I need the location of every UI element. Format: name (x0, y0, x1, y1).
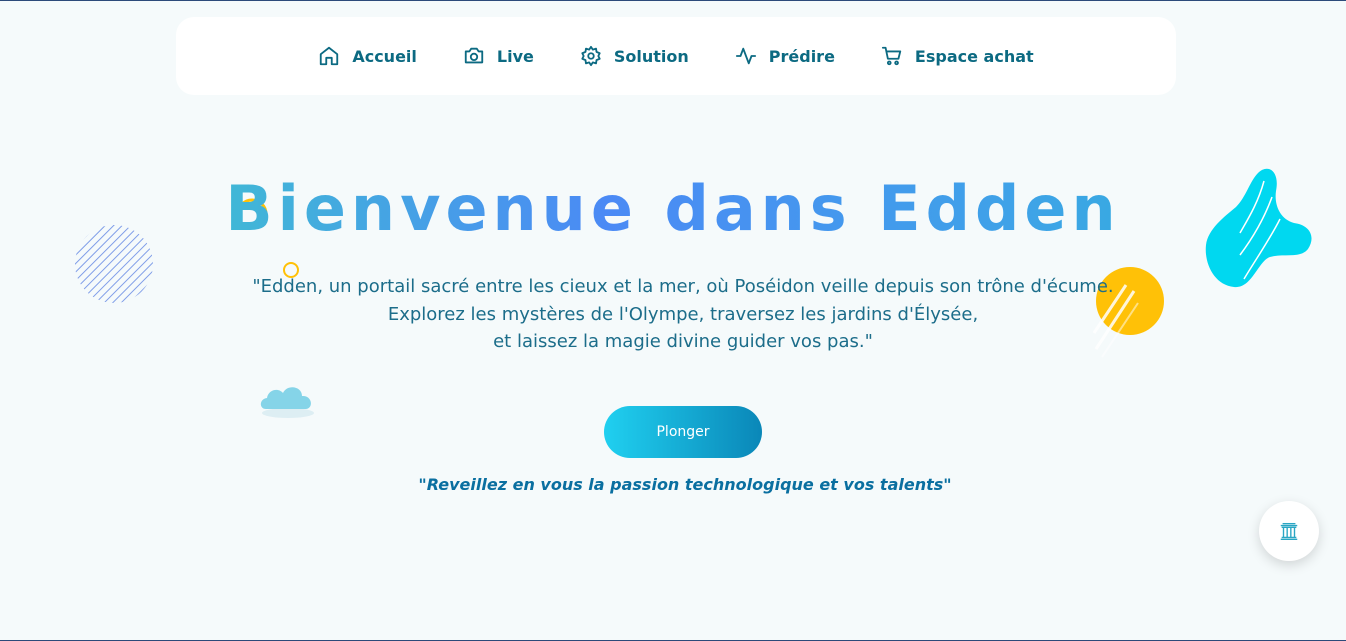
tagline: "Reveillez en vous la passion technologi… (418, 475, 952, 494)
intro-line: et laissez la magie divine guider vos pa… (493, 331, 873, 352)
gear-icon (581, 45, 601, 67)
nav-item-espace-achat[interactable]: Espace achat (881, 45, 1034, 67)
nav-item-label: Solution (613, 46, 689, 66)
top-navbar: Accueil Live Solution Prédire Espace ach… (176, 17, 1176, 95)
camera-icon (464, 47, 484, 64)
nav-item-label: Live (496, 46, 534, 66)
page-title: Bienvenue dans Edden (0, 169, 1346, 249)
nav-item-accueil[interactable]: Accueil (318, 45, 417, 67)
cart-icon (881, 46, 902, 66)
nav-item-label: Prédire (768, 46, 835, 66)
nav-item-solution[interactable]: Solution (580, 45, 689, 67)
nav-item-live[interactable]: Live (463, 45, 534, 67)
activity-icon (735, 47, 756, 65)
floating-action-button[interactable] (1259, 501, 1319, 561)
intro-text: "Edden, un portail sacré entre les cieux… (0, 273, 1346, 356)
plonger-button[interactable]: Plonger (604, 406, 762, 458)
nav-item-label: Espace achat (914, 46, 1034, 66)
temple-icon (1280, 522, 1298, 540)
cloud-decoration (260, 387, 314, 418)
nav-item-label: Accueil (352, 46, 417, 66)
home-icon (320, 46, 339, 66)
intro-line: Explorez les mystères de l'Olympe, trave… (387, 303, 979, 325)
intro-line: "Edden, un portail sacré entre les cieux… (252, 276, 1114, 297)
nav-item-predire[interactable]: Prédire (735, 45, 835, 67)
